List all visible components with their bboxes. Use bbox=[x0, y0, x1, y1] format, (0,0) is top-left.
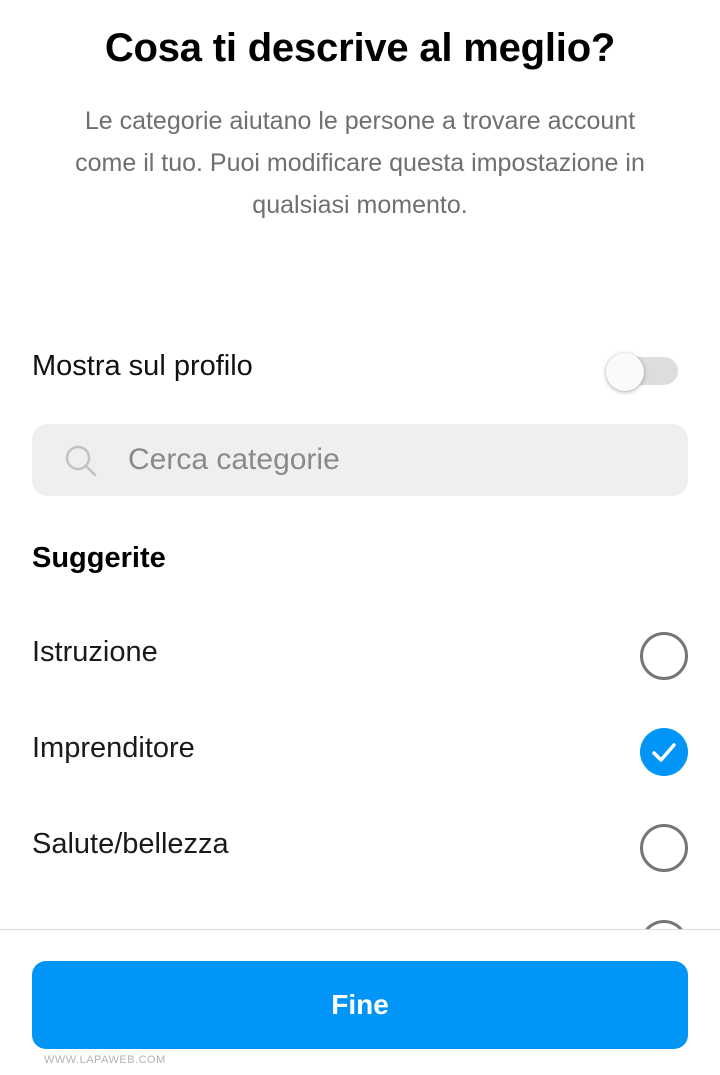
checkmark-circle-icon[interactable] bbox=[640, 728, 688, 776]
category-label: Imprenditore bbox=[32, 732, 195, 764]
done-button[interactable]: Fine bbox=[32, 961, 688, 1049]
footer-divider bbox=[0, 929, 720, 930]
category-label: Istruzione bbox=[32, 636, 158, 668]
radio-unchecked-icon[interactable] bbox=[640, 632, 688, 680]
show-on-profile-toggle[interactable] bbox=[606, 353, 678, 391]
page-title: Cosa ti descrive al meglio? bbox=[104, 26, 616, 70]
page-subtitle: Le categorie aiutano le persone a trovar… bbox=[75, 107, 645, 219]
show-on-profile-label: Mostra sul profilo bbox=[32, 350, 253, 382]
show-on-profile-row: Mostra sul profilo bbox=[32, 340, 688, 400]
category-item-partial[interactable] bbox=[32, 892, 688, 930]
suggested-heading: Suggerite bbox=[32, 542, 166, 574]
category-item-salute-bellezza[interactable]: Salute/bellezza bbox=[32, 796, 688, 892]
category-item-istruzione[interactable]: Istruzione bbox=[32, 604, 688, 700]
search-bar bbox=[32, 424, 688, 496]
category-label: Salute/bellezza bbox=[32, 828, 229, 860]
toggle-knob bbox=[606, 353, 644, 391]
search-input[interactable] bbox=[128, 424, 668, 496]
category-list: Istruzione Imprenditore Salute/bellezza bbox=[0, 600, 720, 930]
category-selection-screen: Cosa ti descrive al meglio? Le categorie… bbox=[0, 0, 720, 1075]
radio-unchecked-icon[interactable] bbox=[640, 824, 688, 872]
category-item-imprenditore[interactable]: Imprenditore bbox=[32, 700, 688, 796]
watermark: WWW.LAPAWEB.COM bbox=[44, 1054, 166, 1066]
search-icon bbox=[64, 444, 98, 478]
